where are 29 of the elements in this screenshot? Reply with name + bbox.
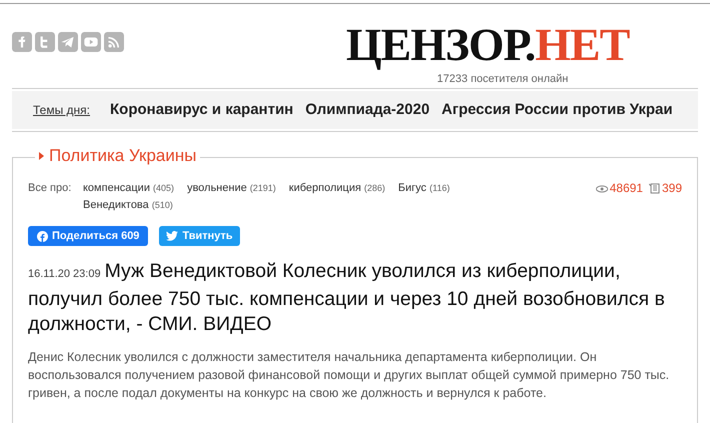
topic-link[interactable]: Коронавирус и карантин: [110, 98, 294, 122]
rss-icon[interactable]: [104, 32, 124, 52]
tag-link[interactable]: увольнение (2191): [187, 180, 276, 197]
visitors-count: 17233 посетителя онлайн: [437, 72, 568, 87]
topic-link[interactable]: Агрессия России против Украи: [442, 98, 673, 122]
caret-icon: [39, 152, 44, 160]
tag-link[interactable]: Венедиктова (510): [83, 197, 173, 214]
comment-icon: [648, 183, 660, 194]
topic-link[interactable]: Олимпиада-2020: [305, 98, 430, 122]
topics-label: Темы дня:: [33, 102, 90, 119]
facebook-icon: [37, 230, 48, 242]
twitter-icon[interactable]: [35, 32, 55, 52]
article-lead: Денис Колесник уволился с должности заместителя начальника департамента киберполиции. Он воспользовался получением разовой финансовой помощи и других выплат общей суммой примерно 750 тыс. гривен, а после подал документы на конкурс на свою же должность и вернулся к работе.: [28, 349, 670, 402]
views-count: 48691: [610, 180, 643, 197]
telegram-icon[interactable]: [58, 32, 78, 52]
tag-link[interactable]: компенсации (405): [83, 180, 174, 197]
article-title[interactable]: 16.11.20 23:09 Муж Венедиктовой Колесник уволился из киберполиции, получил более 750 тыс. компенсации и через 10 дней возобновился в должности, - СМИ. ВИДЕО: [28, 259, 668, 337]
tags-label: Все про:: [28, 181, 72, 196]
share-button[interactable]: Поделиться 609: [28, 226, 148, 246]
comments-count: 399: [662, 180, 682, 197]
tag-link[interactable]: киберполиция (286): [288, 180, 386, 197]
bird-icon: [166, 231, 178, 241]
section-link[interactable]: Политика Украины: [49, 145, 196, 167]
site-logo[interactable]: ЦЕНЗОР.НЕТ: [346, 22, 630, 68]
article-date: 16.11.20 23:09: [28, 268, 101, 280]
tag-link[interactable]: Бигус (116): [398, 180, 450, 197]
youtube-icon[interactable]: [81, 32, 101, 52]
eye-icon: [596, 184, 608, 192]
facebook-icon[interactable]: [12, 32, 32, 52]
